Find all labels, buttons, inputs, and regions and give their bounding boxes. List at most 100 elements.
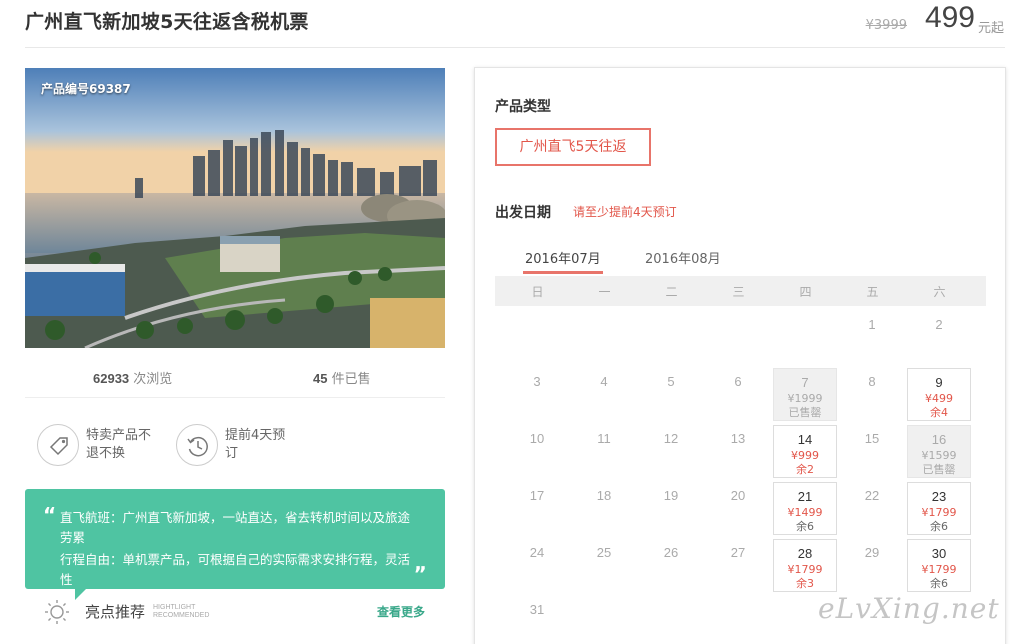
day-number: 21 — [797, 489, 813, 504]
view-count: 62933 次浏览 — [93, 371, 173, 387]
day-stock-status: 已售罄 — [788, 406, 822, 419]
calendar-day: 13 — [706, 425, 770, 478]
quote-open-icon: “ — [43, 503, 57, 527]
calendar-day: 1 — [840, 311, 904, 364]
day-number: 20 — [730, 488, 746, 503]
singapore-skyline-illustration — [25, 68, 445, 348]
advance-booking-hint: 请至少提前4天预订 — [573, 205, 677, 219]
current-price: 499 — [924, 1, 975, 34]
day-number: 10 — [529, 431, 545, 446]
calendar-day: 20 — [706, 482, 770, 535]
day-number: 15 — [864, 431, 880, 446]
day-number: 1 — [868, 317, 876, 332]
day-stock-status: 余2 — [796, 463, 814, 476]
calendar-day-soldout: 16 ¥1599 已售罄 — [907, 425, 971, 478]
calendar-day-available[interactable]: 14 ¥999 余2 — [773, 425, 837, 478]
calendar-day: 15 — [840, 425, 904, 478]
day-number: 13 — [730, 431, 746, 446]
day-number: 26 — [663, 545, 679, 560]
highlight-line: 行程自由：单机票产品，可根据自己的实际需求安排行程，灵活性 — [60, 552, 411, 587]
calendar-day-available[interactable]: 30 ¥1799 余6 — [907, 539, 971, 592]
weekday-label: 六 — [933, 285, 946, 299]
original-price: ¥3999 — [865, 18, 907, 33]
day-number: 31 — [529, 602, 545, 617]
day-number: 16 — [931, 432, 947, 447]
day-number: 18 — [596, 488, 612, 503]
day-price: ¥1999 — [787, 392, 823, 405]
day-stock-status: 余3 — [796, 577, 814, 590]
calendar-day-available[interactable]: 9 ¥499 余4 — [907, 368, 971, 421]
day-number: 8 — [868, 374, 876, 389]
feature-text: 提前4天预订 — [225, 428, 286, 461]
day-number: 30 — [931, 546, 947, 561]
day-stock-status: 已售罄 — [922, 463, 956, 476]
feature-text: 特卖产品不退不换 — [86, 428, 152, 461]
calendar-day: 10 — [505, 425, 569, 478]
day-number: 9 — [935, 375, 943, 390]
clock-icon — [176, 424, 218, 466]
day-price: ¥999 — [791, 449, 819, 462]
day-stock-status: 余6 — [796, 520, 814, 533]
product-image: 产品编号69387 — [25, 68, 445, 348]
calendar-day: 19 — [639, 482, 703, 535]
weekday-label: 五 — [866, 285, 879, 299]
tag-icon — [37, 424, 79, 466]
calendar-day: 6 — [706, 368, 770, 421]
weekday-label: 三 — [732, 285, 745, 299]
product-id-label: 产品编号69387 — [41, 82, 131, 96]
weekday-label: 四 — [799, 285, 812, 299]
calendar-day-available[interactable]: 28 ¥1799 余3 — [773, 539, 837, 592]
product-type-option[interactable]: 广州直飞5天往返 — [495, 128, 651, 166]
highlight-line: 直飞航班：广州直飞新加坡，一站直达，省去转机时间以及旅途劳累 — [60, 510, 411, 545]
calendar-day: 26 — [639, 539, 703, 592]
sun-icon — [43, 599, 71, 629]
tab-month-august[interactable]: 2016年08月 — [643, 248, 723, 274]
day-price: ¥1799 — [921, 563, 957, 576]
calendar-day: 2 — [907, 311, 971, 364]
day-price: ¥499 — [925, 392, 953, 405]
calendar-day: 25 — [572, 539, 636, 592]
page-title: 广州直飞新加坡5天往返含税机票 — [25, 11, 309, 33]
day-number: 28 — [797, 546, 813, 561]
calendar-day-available[interactable]: 23 ¥1799 余6 — [907, 482, 971, 535]
weekday-label: 二 — [665, 285, 678, 299]
calendar-day-available[interactable]: 21 ¥1499 余6 — [773, 482, 837, 535]
calendar-day: 24 — [505, 539, 569, 592]
calendar-day-soldout: 7 ¥1999 已售罄 — [773, 368, 837, 421]
recommend-title-en: HIGHTLIGHT RECOMMENDED — [153, 604, 210, 619]
day-number: 5 — [667, 374, 675, 389]
product-type-title: 产品类型 — [495, 99, 551, 115]
calendar-day: 5 — [639, 368, 703, 421]
view-more-link[interactable]: 查看更多 — [377, 603, 425, 620]
day-number: 14 — [797, 432, 813, 447]
calendar-day: 31 — [505, 596, 569, 644]
day-number: 3 — [533, 374, 541, 389]
day-number: 7 — [801, 375, 809, 390]
day-number: 11 — [597, 431, 611, 446]
tab-month-july[interactable]: 2016年07月 — [523, 248, 603, 274]
quote-close-icon: „ — [414, 551, 428, 575]
day-number: 19 — [663, 488, 679, 503]
day-stock-status: 余4 — [930, 406, 948, 419]
price-unit: 元起 — [977, 21, 1004, 36]
day-number: 17 — [529, 488, 545, 503]
calendar-day: 17 — [505, 482, 569, 535]
day-number: 27 — [730, 545, 746, 560]
calendar-day: 18 — [572, 482, 636, 535]
product-header: 广州直飞新加坡5天往返含税机票 ¥3999 499 元起 — [25, 0, 1005, 48]
calendar-day: 11 — [572, 425, 636, 478]
day-number: 23 — [931, 489, 947, 504]
product-stats: 62933 次浏览 45 件已售 — [25, 356, 445, 398]
calendar-day: 8 — [840, 368, 904, 421]
highlight-recommend-box: “ 直飞航班：广州直飞新加坡，一站直达，省去转机时间以及旅途劳累 行程自由：单机… — [25, 489, 445, 600]
day-number: 25 — [596, 545, 612, 560]
calendar-day: 29 — [840, 539, 904, 592]
day-stock-status: 余6 — [930, 520, 948, 533]
recommend-footer: 亮点推荐 HIGHTLIGHT RECOMMENDED 查看更多 — [25, 597, 445, 627]
calendar-day: 22 — [840, 482, 904, 535]
weekday-label: 一 — [598, 285, 611, 299]
calendar-day: 27 — [706, 539, 770, 592]
departure-date-title: 出发日期 — [495, 205, 551, 221]
day-stock-status: 余6 — [930, 577, 948, 590]
day-price: ¥1799 — [921, 506, 957, 519]
